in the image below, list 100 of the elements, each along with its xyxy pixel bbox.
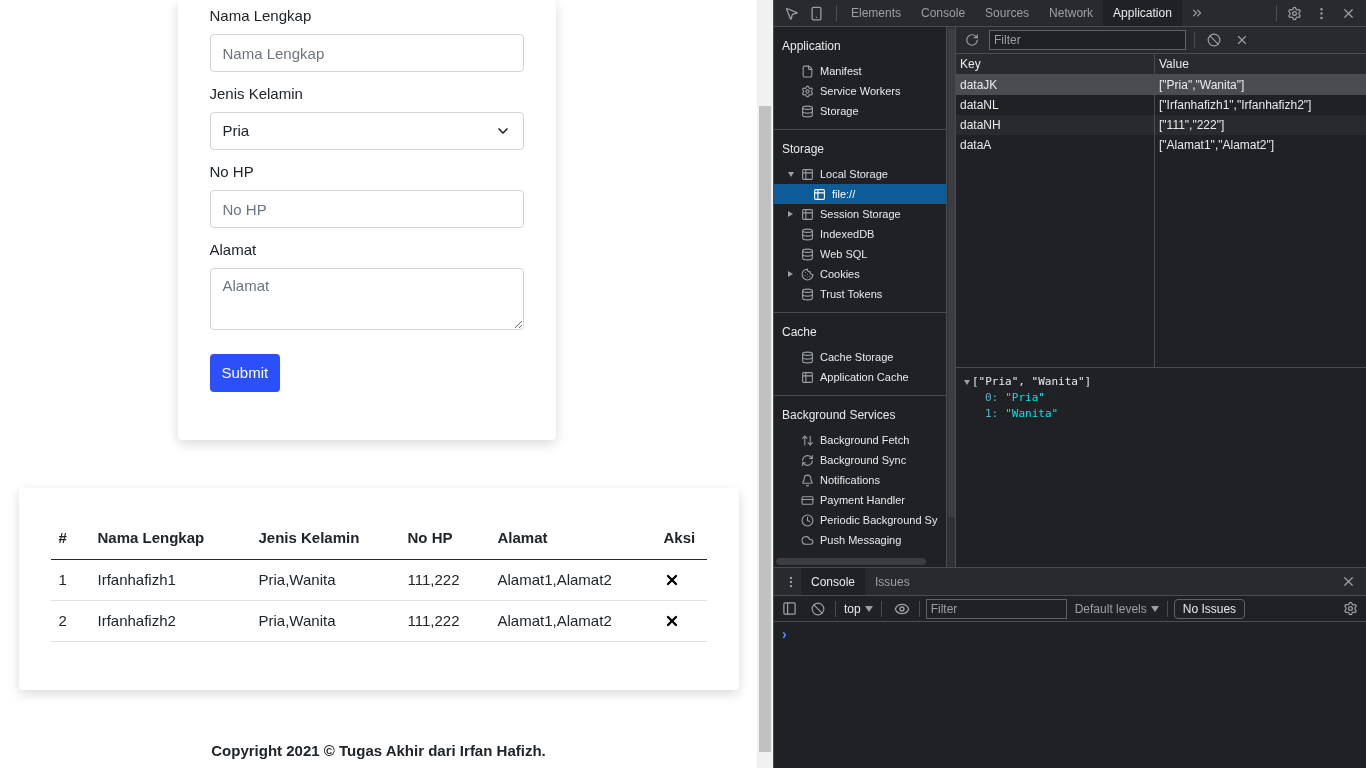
table-cell-text: 1 bbox=[57, 569, 68, 590]
grid-icon bbox=[813, 187, 826, 201]
context-dropdown[interactable]: top bbox=[844, 599, 873, 618]
sidebar-item[interactable]: Local Storage bbox=[774, 164, 946, 184]
devtools-tab[interactable]: Sources bbox=[975, 0, 1040, 26]
refresh-icon[interactable] bbox=[965, 33, 979, 47]
table-cell-text: ["Irfanhafizh1","Irfanhafizh2"] bbox=[1158, 97, 1313, 114]
grid-icon bbox=[801, 207, 814, 221]
sidebar-item[interactable]: Push Messaging bbox=[774, 530, 946, 550]
text-field[interactable]: Nama Lengkap bbox=[209, 34, 524, 72]
devtools-tab[interactable]: Network bbox=[1039, 0, 1104, 26]
clock-icon bbox=[801, 513, 814, 527]
column-header[interactable]: Value bbox=[1155, 54, 1366, 74]
table-cell-text: 111,222 bbox=[406, 569, 461, 590]
array-value: "Pria" bbox=[1005, 390, 1045, 406]
storage-row[interactable]: dataJK ["Pria","Wanita"] bbox=[956, 75, 1366, 95]
database-icon bbox=[801, 350, 814, 364]
submit-button[interactable]: Submit bbox=[209, 354, 281, 392]
sidebar-item[interactable]: Background Fetch bbox=[774, 430, 946, 450]
vertical-scrollbar[interactable] bbox=[946, 27, 956, 567]
arrows-icon bbox=[801, 433, 814, 447]
drawer-tab[interactable]: Issues bbox=[865, 568, 920, 595]
column-header: Aksi bbox=[662, 528, 697, 549]
select-field[interactable]: Pria bbox=[209, 112, 524, 150]
sidebar-item[interactable]: Notifications bbox=[774, 470, 946, 490]
array-value: "Wanita" bbox=[1005, 406, 1059, 422]
bell-icon bbox=[801, 473, 814, 487]
sidebar-item[interactable]: IndexedDB bbox=[774, 224, 946, 244]
device-icon[interactable] bbox=[809, 5, 824, 21]
table-cell-text: ["Alamat1","Alamat2"] bbox=[1158, 137, 1276, 154]
array-index: 0: bbox=[985, 390, 999, 406]
collapsed-triangle-icon[interactable] bbox=[788, 271, 793, 277]
array-index: 1: bbox=[985, 406, 999, 422]
table-cell-text: ["Pria","Wanita"] bbox=[1158, 77, 1246, 94]
sidebar-item[interactable]: Periodic Background Sy bbox=[774, 510, 946, 530]
grid-icon bbox=[801, 167, 814, 181]
table-cell-text: Irfanhafizh2 bbox=[96, 610, 177, 631]
sidebar-toggle-icon[interactable] bbox=[782, 601, 797, 616]
horizontal-scrollbar[interactable] bbox=[776, 558, 926, 565]
section-header: Application bbox=[781, 38, 842, 55]
sidebar-item[interactable]: Service Workers bbox=[774, 81, 946, 101]
section-header: Background Services bbox=[781, 407, 897, 424]
clear-icon[interactable] bbox=[811, 601, 825, 616]
table-cell-text: ["111","222"] bbox=[1158, 117, 1226, 134]
cloud-icon bbox=[801, 533, 814, 547]
clear-icon[interactable] bbox=[1207, 33, 1221, 47]
settings-icon[interactable] bbox=[1287, 5, 1302, 21]
expanded-triangle-icon[interactable] bbox=[964, 379, 970, 385]
inspect-icon[interactable] bbox=[784, 5, 799, 21]
sidebar-item[interactable]: Cookies bbox=[774, 264, 946, 284]
sidebar-item[interactable]: Storage bbox=[774, 101, 946, 121]
field-label: No HP bbox=[209, 162, 255, 182]
sidebar-item[interactable]: Payment Handler bbox=[774, 490, 946, 510]
devtools-tab[interactable]: Application bbox=[1103, 0, 1182, 26]
table-cell-text: Pria,Wanita bbox=[257, 610, 337, 631]
filter-field[interactable]: Filter bbox=[925, 598, 1067, 619]
levels-dropdown[interactable]: Default levels bbox=[1074, 599, 1159, 618]
text-field[interactable]: No HP bbox=[209, 190, 524, 228]
table-cell: dataA bbox=[956, 135, 1155, 155]
table-cell-text: 111,222 bbox=[406, 610, 461, 631]
devtools-tab[interactable]: Elements bbox=[841, 0, 912, 26]
table-cell-text: 2 bbox=[57, 610, 68, 631]
sidebar-item[interactable]: Application Cache bbox=[774, 367, 946, 387]
table-cell-text: Alamat1,Alamat2 bbox=[496, 569, 613, 590]
sidebar-item[interactable]: file:// bbox=[774, 184, 946, 204]
issues-button[interactable]: No Issues bbox=[1173, 598, 1246, 619]
sync-icon bbox=[801, 453, 814, 467]
table-cell-text: Alamat1,Alamat2 bbox=[496, 610, 613, 631]
filter-field[interactable]: Filter bbox=[989, 30, 1186, 50]
column-header[interactable]: Key bbox=[956, 54, 1155, 74]
database-icon bbox=[801, 227, 814, 241]
console-prompt[interactable]: › bbox=[782, 626, 787, 642]
column-header: Jenis Kelamin bbox=[257, 528, 361, 549]
database-icon bbox=[801, 287, 814, 301]
text-area[interactable]: Alamat bbox=[209, 268, 524, 330]
database-icon bbox=[801, 104, 814, 118]
devtools-tab[interactable]: Console bbox=[911, 0, 976, 26]
section-header: Storage bbox=[781, 141, 826, 158]
column-header: Alamat bbox=[496, 528, 549, 549]
sidebar-item[interactable]: Cache Storage bbox=[774, 347, 946, 367]
sidebar-item[interactable]: Session Storage bbox=[774, 204, 946, 224]
database-icon bbox=[801, 247, 814, 261]
sidebar-item[interactable]: Web SQL bbox=[774, 244, 946, 264]
page-scrollbar[interactable] bbox=[757, 0, 773, 768]
settings-icon[interactable] bbox=[1343, 601, 1358, 616]
storage-row[interactable]: dataNH ["111","222"] bbox=[956, 115, 1366, 135]
field-label: Nama Lengkap bbox=[209, 6, 313, 26]
expanded-triangle-icon[interactable] bbox=[788, 171, 794, 177]
sidebar-item[interactable]: Trust Tokens bbox=[774, 284, 946, 304]
field-label: Jenis Kelamin bbox=[209, 84, 304, 104]
array-summary: ["Pria", "Wanita"] bbox=[972, 374, 1092, 390]
collapsed-triangle-icon[interactable] bbox=[788, 211, 793, 217]
drawer-tab[interactable]: Console bbox=[801, 568, 866, 595]
sidebar-item[interactable]: Background Sync bbox=[774, 450, 946, 470]
field-label: Alamat bbox=[209, 240, 258, 260]
close-icon[interactable] bbox=[1341, 574, 1356, 589]
sidebar-item[interactable]: Manifest bbox=[774, 61, 946, 81]
table-cell-text: Pria,Wanita bbox=[257, 569, 337, 590]
card-icon bbox=[801, 493, 814, 507]
gear-icon bbox=[801, 84, 814, 98]
